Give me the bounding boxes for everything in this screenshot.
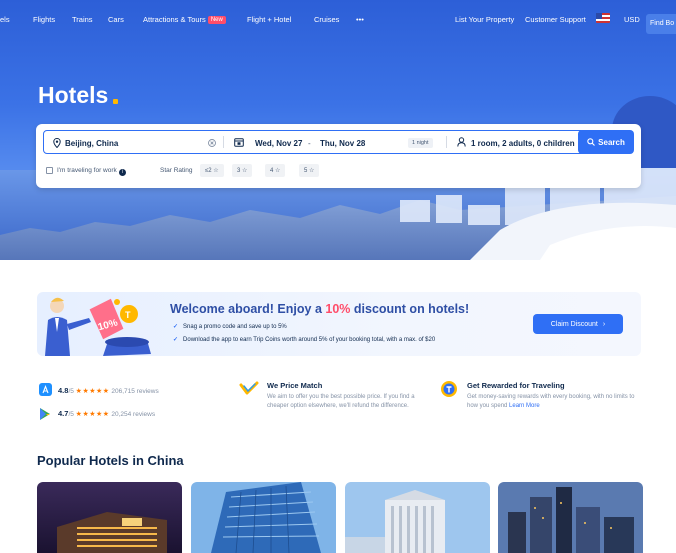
google-play-icon[interactable] [39, 407, 51, 421]
promo-title-percent: 10% [325, 302, 351, 316]
promo-title-pre: Welcome aboard! Enjoy a [170, 302, 326, 316]
hotel-photo [37, 482, 182, 553]
promo-benefit-2: ✓ Download the app to earn Trip Coins wor… [173, 336, 435, 343]
star-filter-4[interactable]: 4 ☆ [265, 164, 286, 177]
field-divider [223, 136, 224, 148]
hotel-card[interactable] [191, 482, 336, 553]
rewards-description-text: Get money-saving rewards with every book… [467, 394, 635, 409]
search-button-label: Search [598, 137, 625, 147]
hotel-card[interactable] [345, 482, 490, 553]
work-travel-label: I'm traveling for work i [57, 167, 126, 176]
star-rating-label: Star Rating [160, 167, 193, 174]
star-filter-5[interactable]: 5 ☆ [299, 164, 320, 177]
top-navigation: els Flights Trains Cars Attractions & To… [0, 0, 676, 40]
rewards-coin-icon [441, 381, 457, 397]
checkout-date[interactable]: Thu, Nov 28 [320, 139, 365, 148]
nav-item-cars[interactable]: Cars [108, 15, 124, 24]
learn-more-link[interactable]: Learn More [509, 403, 540, 409]
hotel-photo [498, 482, 643, 553]
list-property-link[interactable]: List Your Property [455, 15, 514, 24]
find-booking-button[interactable]: Find Bo [646, 14, 676, 34]
guests-selector[interactable]: 1 room, 2 adults, 0 children [471, 139, 575, 148]
currency-selector[interactable]: USD [624, 15, 640, 24]
location-pin-icon [53, 138, 61, 148]
review-count: 20,254 reviews [111, 411, 156, 418]
nav-item-flights[interactable]: Flights [33, 15, 55, 24]
rewards-title: Get Rewarded for Traveling [467, 381, 565, 390]
customer-support-link[interactable]: Customer Support [525, 15, 586, 24]
calendar-icon [234, 138, 244, 147]
nav-item-flight-hotel[interactable]: Flight + Hotel [247, 15, 291, 24]
google-play-rating: 4.7/5 ★★★★★ 20,254 reviews [58, 409, 155, 418]
hotel-card[interactable] [498, 482, 643, 553]
nav-item-hotels[interactable]: els [0, 15, 10, 24]
price-match-icon [239, 381, 259, 395]
star-icons: ★★★★★ [75, 388, 110, 395]
promo-title: Welcome aboard! Enjoy a 10% discount on … [170, 302, 469, 316]
review-count: 206,715 reviews [111, 388, 159, 395]
new-badge: New [207, 16, 226, 24]
promo-title-post: discount on hotels! [350, 302, 470, 316]
search-panel: Beijing, China Wed, Nov 27 - Thu, Nov 28… [36, 124, 641, 188]
title-accent-dot [113, 99, 118, 104]
user-icon [457, 137, 466, 147]
checkin-date[interactable]: Wed, Nov 27 [255, 139, 302, 148]
hotel-photo [191, 482, 336, 553]
us-flag-icon[interactable] [596, 13, 610, 23]
star-filter-3[interactable]: 3 ☆ [232, 164, 253, 177]
app-store-icon[interactable] [39, 383, 52, 396]
hotel-card[interactable] [37, 482, 182, 553]
field-divider [446, 136, 447, 148]
popular-hotels-title: Popular Hotels in China [37, 453, 184, 468]
promo-benefit-1: ✓ Snag a promo code and save up to 5% [173, 323, 287, 330]
app-store-rating: 4.8/5 ★★★★★ 206,715 reviews [58, 386, 159, 395]
rating-scale: /5 [68, 411, 74, 418]
search-button[interactable]: Search [578, 130, 634, 154]
promo-benefit-1-text: Snag a promo code and save up to 5% [183, 324, 287, 330]
promo-benefit-2-text: Download the app to earn Trip Coins wort… [183, 337, 436, 343]
search-icon [587, 138, 596, 146]
date-separator: - [308, 139, 311, 148]
work-travel-text: I'm traveling for work [57, 167, 117, 174]
more-menu-icon[interactable]: ••• [356, 15, 364, 24]
rating-scale: /5 [68, 388, 74, 395]
claim-discount-label: Claim Discount [550, 320, 598, 328]
promo-illustration: 10% T [45, 297, 151, 356]
nights-badge: 1 night [408, 138, 433, 148]
claim-discount-button[interactable]: Claim Discount › [533, 314, 623, 334]
hotel-photo [345, 482, 490, 553]
price-match-description: We aim to offer you the best possible pr… [267, 394, 415, 409]
star-filter-2[interactable]: ≤2 ☆ [200, 164, 224, 177]
rewards-description: Get money-saving rewards with every book… [467, 393, 642, 411]
nav-item-attractions[interactable]: Attractions & Tours New [143, 15, 226, 24]
svg-text:T: T [125, 310, 131, 320]
price-match-title: We Price Match [267, 381, 323, 390]
nav-item-trains[interactable]: Trains [72, 15, 93, 24]
promo-banner: 10% T Welcome aboard! Enjoy a 10% discou… [37, 292, 641, 356]
nav-item-attractions-label: Attractions & Tours [143, 15, 206, 24]
nav-item-cruises[interactable]: Cruises [314, 15, 339, 24]
check-icon: ✓ [173, 324, 179, 330]
page-title: Hotels [38, 82, 109, 108]
info-icon[interactable]: i [118, 169, 126, 176]
chevron-right-icon: › [602, 320, 606, 328]
rating-score: 4.8 [58, 386, 69, 395]
clear-destination-icon[interactable] [208, 139, 216, 147]
work-travel-checkbox[interactable] [46, 167, 53, 174]
rating-score: 4.7 [58, 409, 69, 418]
star-icons: ★★★★★ [75, 411, 110, 418]
destination-input[interactable]: Beijing, China [65, 139, 118, 148]
check-icon: ✓ [173, 337, 179, 343]
